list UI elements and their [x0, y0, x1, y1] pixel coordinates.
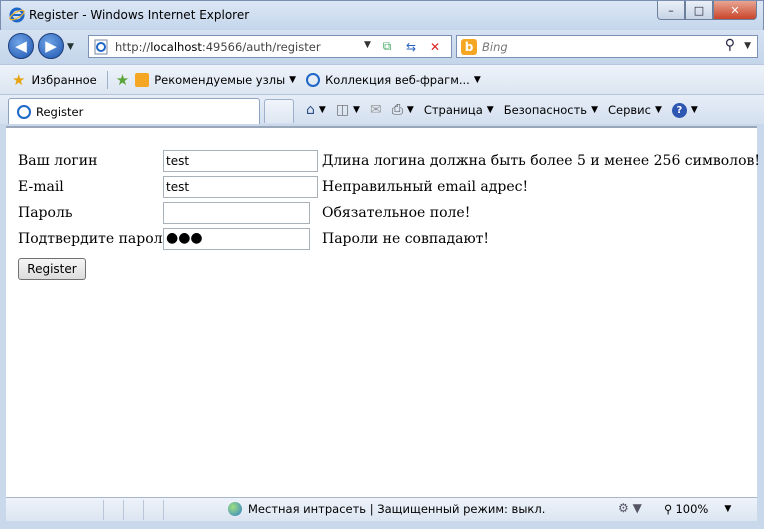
status-bar: Местная интрасеть | Защищенный режим: вы…: [6, 497, 757, 521]
ie-logo-icon: [9, 7, 25, 23]
tab-label: Register: [36, 104, 84, 119]
printer-icon: ⎙: [391, 102, 403, 118]
page-icon: [94, 39, 108, 54]
page-menu[interactable]: Страница ▼: [424, 103, 494, 117]
search-icon[interactable]: ⚲: [725, 37, 735, 53]
status-cell: [144, 500, 164, 520]
add-favorite-icon[interactable]: ★: [116, 71, 129, 89]
tab-register[interactable]: Register: [8, 98, 260, 124]
chevron-down-icon: ▼: [353, 105, 360, 115]
window-frame-bottom: [0, 521, 764, 529]
security-zone[interactable]: Местная интрасеть | Защищенный режим: вы…: [228, 502, 545, 516]
safety-menu[interactable]: Безопасность ▼: [504, 103, 598, 117]
refresh-icon[interactable]: ⇆: [401, 38, 421, 55]
zoom-control[interactable]: ⚲ 100% ▼: [664, 502, 731, 516]
print-button[interactable]: ⎙ ▼: [392, 102, 414, 118]
page-menu-label: Страница: [423, 103, 483, 117]
web-slice-gallery-label: Коллекция веб-фрагм...: [325, 72, 470, 87]
window-controls: – □ ✕: [657, 1, 757, 20]
security-zone-label: Местная интрасеть | Защищенный режим: вы…: [248, 502, 546, 516]
favorites-label: Избранное: [31, 72, 97, 87]
address-dropdown-icon[interactable]: ▼: [364, 40, 371, 50]
tools-menu-label: Сервис: [607, 103, 651, 117]
address-url[interactable]: http://localhost:49566/auth/register: [115, 40, 321, 54]
search-input[interactable]: Bing: [482, 40, 508, 54]
chevron-down-icon: ▼: [289, 74, 297, 85]
login-input[interactable]: test: [163, 150, 318, 172]
search-options-icon[interactable]: ▼: [744, 41, 751, 51]
minimize-button[interactable]: –: [657, 1, 685, 20]
feeds-button[interactable]: ◫ ▼: [336, 102, 360, 118]
forward-button[interactable]: ▶: [38, 33, 64, 59]
status-cell: [104, 500, 124, 520]
close-button[interactable]: ✕: [713, 1, 757, 20]
ie-page-icon: [17, 104, 31, 119]
search-bar[interactable]: b Bing ⚲ ▼: [456, 35, 758, 58]
email-input[interactable]: test: [163, 176, 318, 198]
popup-blocker-icon[interactable]: ⚙ ▼: [618, 501, 642, 515]
home-icon: ⌂: [306, 102, 315, 118]
command-bar: ⌂ ▼ ◫ ▼ ✉ ⎙ ▼ Страница ▼ Безопасность ▼ …: [306, 99, 708, 121]
confirm-password-error: Пароли не совпадают!: [322, 231, 490, 247]
confirm-password-label: Подтвердите пароль: [18, 231, 171, 247]
favorites-star-icon: ★: [12, 70, 26, 89]
suggested-sites-label: Рекомендуемые узлы: [154, 72, 286, 87]
ie-page-icon: [306, 72, 321, 87]
navigation-bar: ◀ ▶ ▼ http://localhost:49566/auth/regist…: [0, 30, 764, 64]
email-error: Неправильный email адрес!: [322, 179, 529, 195]
zoom-icon: ⚲: [664, 502, 673, 516]
chevron-down-icon: ▼: [690, 105, 698, 115]
maximize-button[interactable]: □: [685, 1, 713, 20]
suggested-sites-link[interactable]: Рекомендуемые узлы ▼: [135, 72, 297, 87]
login-error: Длина логина должна быть более 5 и менее…: [322, 153, 760, 169]
page-content: Ваш логин test Длина логина должна быть …: [6, 126, 760, 497]
chevron-down-icon: ▼: [654, 105, 662, 115]
stop-icon[interactable]: ✕: [425, 38, 445, 55]
bing-logo-icon: b: [461, 39, 477, 55]
read-mail-button[interactable]: ✉: [370, 102, 382, 118]
email-label: E-mail: [18, 179, 64, 195]
home-button[interactable]: ⌂ ▼: [306, 102, 326, 118]
compatibility-view-icon[interactable]: ⧉: [377, 38, 397, 55]
window-title: Register - Windows Internet Explorer: [29, 8, 250, 22]
register-button[interactable]: Register: [18, 258, 86, 280]
favorites-button[interactable]: ★ Избранное: [12, 71, 97, 89]
confirm-password-input[interactable]: ●●●: [163, 228, 310, 250]
new-tab-button[interactable]: [264, 99, 294, 123]
tab-bar: Register ⌂ ▼ ◫ ▼ ✉ ⎙ ▼ Страница ▼ Безопа…: [0, 94, 764, 124]
history-dropdown-icon[interactable]: ▼: [67, 42, 74, 52]
safety-menu-label: Безопасность: [503, 103, 588, 117]
favorites-bar: ★ Избранное ★ Рекомендуемые узлы ▼ Колле…: [0, 64, 764, 94]
chevron-down-icon: ▼: [486, 105, 494, 115]
help-icon: ?: [671, 102, 687, 118]
status-cell: [124, 500, 144, 520]
rss-icon: ◫: [335, 102, 350, 118]
back-arrow-icon: ◀: [15, 37, 27, 55]
title-bar: Register - Windows Internet Explorer – □…: [0, 0, 764, 30]
web-slice-gallery-link[interactable]: Коллекция веб-фрагм... ▼: [306, 72, 481, 87]
chevron-down-icon: ▼: [724, 504, 732, 514]
intranet-globe-icon: [228, 502, 242, 516]
password-error: Обязательное поле!: [322, 205, 471, 221]
chevron-down-icon: ▼: [473, 74, 481, 85]
address-bar[interactable]: http://localhost:49566/auth/register ▼ ⧉…: [88, 35, 452, 58]
back-button[interactable]: ◀: [8, 33, 34, 59]
status-cell: [6, 500, 104, 520]
help-button[interactable]: ? ▼: [671, 102, 698, 118]
chevron-down-icon: ▼: [406, 105, 414, 115]
login-label: Ваш логин: [18, 153, 98, 169]
mail-icon: ✉: [369, 102, 382, 118]
tools-menu[interactable]: Сервис ▼: [608, 103, 662, 117]
chevron-down-icon: ▼: [591, 105, 598, 115]
forward-arrow-icon: ▶: [45, 37, 57, 55]
password-input[interactable]: [163, 202, 310, 224]
password-label: Пароль: [18, 205, 73, 221]
chevron-down-icon: ▼: [318, 105, 326, 115]
bing-icon: [135, 72, 150, 87]
zoom-level: 100%: [675, 502, 709, 516]
separator: [106, 70, 108, 89]
